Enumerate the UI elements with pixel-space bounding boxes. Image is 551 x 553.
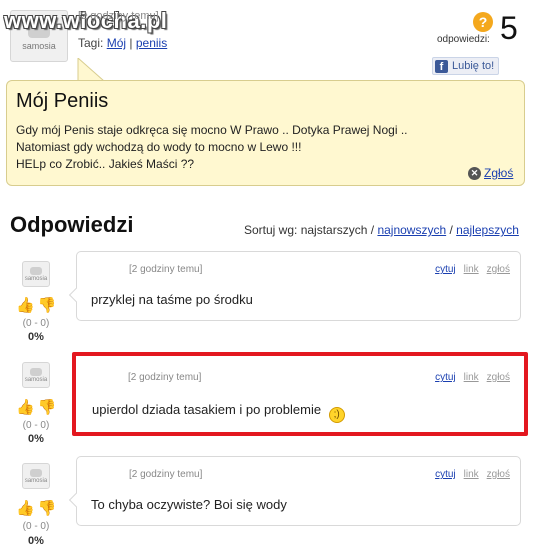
like-label: Lubię to! <box>452 60 495 72</box>
report-question-link[interactable]: Zgłoś <box>484 166 513 180</box>
answer-time: [2 godziny temu] <box>129 469 203 480</box>
sort-label: Sortuj wg: <box>244 223 298 237</box>
tag-link-moj[interactable]: Mój <box>107 36 126 50</box>
answer-box-highlighted: [2 godziny temu] cytuj link zgłoś upierd… <box>72 352 528 436</box>
vote-score: (0 - 0) <box>22 521 50 532</box>
tag-link-peniis[interactable]: peniis <box>136 36 167 50</box>
thumbs-up-icon[interactable]: 👍 <box>16 501 35 517</box>
vote-controls: 👍 👎 <box>16 501 56 517</box>
vote-score: (0 - 0) <box>22 318 50 329</box>
answer-actions: cytuj link zgłoś <box>435 264 510 275</box>
question-body: Gdy mój Penis staje odkręca się mocno W … <box>16 123 408 171</box>
thumbs-down-icon[interactable]: 👎 <box>38 501 57 517</box>
question-time: [2 godziny temu] <box>78 10 159 22</box>
answers-count-label: odpowiedzi: <box>437 34 490 45</box>
avatar-label: samosia <box>24 376 48 383</box>
answer-bubble-tail <box>68 492 84 508</box>
vote-percent: 0% <box>28 331 44 343</box>
permalink-link[interactable]: link <box>464 264 479 275</box>
avatar-label: samosia <box>22 40 56 51</box>
question-tags: Tagi: Mój | peniis <box>78 36 167 50</box>
sort-separator: / <box>449 223 453 237</box>
sort-best-link[interactable]: najlepszych <box>456 223 519 237</box>
thumbs-up-icon[interactable]: 👍 <box>16 298 35 314</box>
answers-title: Odpowiedzi <box>10 212 134 237</box>
avatar-placeholder-icon <box>30 367 42 376</box>
report-link[interactable]: zgłoś <box>487 469 510 480</box>
sort-separator: / <box>370 223 375 237</box>
vote-score: (0 - 0) <box>22 420 50 431</box>
answer-time: [2 godziny temu] <box>129 264 203 275</box>
answer-avatar[interactable]: samosia <box>22 362 50 388</box>
cite-link[interactable]: cytuj <box>435 469 456 480</box>
avatar-placeholder-icon <box>30 266 42 275</box>
report-link[interactable]: zgłoś <box>487 372 510 383</box>
tag-separator: | <box>129 36 133 50</box>
answer-avatar[interactable]: samosia <box>22 463 50 489</box>
answer-time: [2 godziny temu] <box>128 372 202 383</box>
tags-label: Tagi: <box>78 36 104 50</box>
avatar-label: samosia <box>24 477 48 484</box>
facebook-like-button[interactable]: f Lubię to! <box>432 57 499 75</box>
thumbs-down-icon[interactable]: 👎 <box>38 400 57 416</box>
sort-newest-link[interactable]: najnowszych <box>377 223 446 237</box>
permalink-link[interactable]: link <box>464 469 479 480</box>
sort-current: najstarszych <box>300 223 368 237</box>
answer-bubble-tail <box>68 287 84 303</box>
report-question-button[interactable]: ✕ Zgłoś <box>468 166 513 180</box>
vote-percent: 0% <box>28 535 44 547</box>
answer-text: przyklej na taśme po środku <box>91 292 253 307</box>
answer-actions: cytuj link zgłoś <box>435 469 510 480</box>
vote-controls: 👍 👎 <box>16 400 56 416</box>
wink-smiley-icon: ;) <box>328 407 345 423</box>
answers-question-icon: ? <box>473 12 493 32</box>
permalink-link[interactable]: link <box>464 372 479 383</box>
answer-text: To chyba oczywiste? Boi się wody <box>91 497 287 512</box>
answers-count: 5 <box>500 10 518 46</box>
thumbs-down-icon[interactable]: 👎 <box>38 298 57 314</box>
answer-avatar[interactable]: samosia <box>22 261 50 287</box>
thumbs-up-icon[interactable]: 👍 <box>16 400 35 416</box>
avatar-placeholder-icon <box>30 468 42 477</box>
vote-controls: 👍 👎 <box>16 298 56 314</box>
sort-controls: Sortuj wg: najstarszych / najnowszych / … <box>244 223 519 237</box>
facebook-icon: f <box>435 59 448 73</box>
answer-box: [2 godziny temu] cytuj link zgłoś przykl… <box>68 251 521 321</box>
answer-text: upierdol dziada tasakiem i po problemie <box>92 402 322 417</box>
cite-link[interactable]: cytuj <box>435 372 456 383</box>
report-link[interactable]: zgłoś <box>487 264 510 275</box>
cite-link[interactable]: cytuj <box>435 264 456 275</box>
answer-text-row: upierdol dziada tasakiem i po problemie … <box>92 402 345 423</box>
vote-percent: 0% <box>28 433 44 445</box>
question-title: Mój Peniis <box>16 90 109 112</box>
avatar-label: samosia <box>24 275 48 282</box>
answer-actions: cytuj link zgłoś <box>435 372 510 383</box>
answer-box: [2 godziny temu] cytuj link zgłoś To chy… <box>68 456 521 526</box>
close-icon: ✕ <box>468 166 481 180</box>
